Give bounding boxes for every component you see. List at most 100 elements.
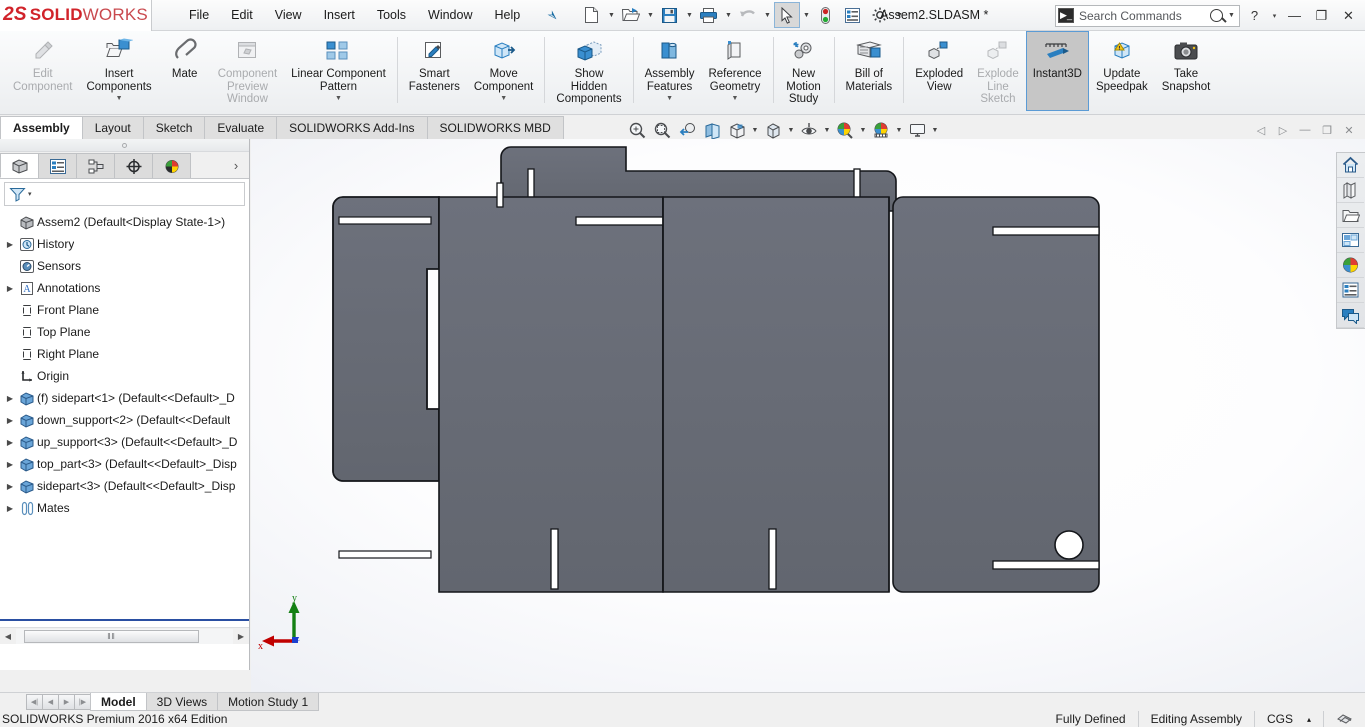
tab-assembly[interactable]: Assembly [0,116,83,139]
options-list-icon[interactable] [840,2,866,28]
panel-grip-handle[interactable] [0,139,249,152]
menu-item-view[interactable]: View [264,4,313,26]
hide-show-items-icon[interactable] [797,120,821,141]
section-view-icon[interactable] [700,120,724,141]
undo-icon[interactable] [735,2,761,28]
status-units[interactable]: CGS ▴ [1253,711,1323,727]
help-caret-icon[interactable]: ▾ [1269,3,1280,29]
scrollbar-track[interactable]: ‖‖ [16,628,233,644]
tree-expand-arrow[interactable]: ▶ [3,416,17,425]
search-input[interactable]: ▶_ Search Commands ▼ [1055,4,1240,27]
nav-prev-icon[interactable]: ◀ [42,694,59,710]
menu-item-edit[interactable]: Edit [220,4,264,26]
feature-tree-horizontal-scrollbar[interactable]: ◀ ‖‖ ▶ [0,627,249,644]
status-overlay-icon[interactable] [1323,711,1365,727]
new-motion-study-button[interactable]: New Motion Study [778,31,830,111]
scrollbar-thumb[interactable]: ‖‖ [24,629,199,643]
tree-item-mates[interactable]: ▶ Mates [3,497,249,519]
tab-evaluate[interactable]: Evaluate [204,116,278,139]
tree-item-sidepart-3[interactable]: ▶ sidepart<3> (Default<<Default>_Disp [3,475,249,497]
tree-item-front-plane[interactable]: Front Plane [3,299,249,321]
tab-solidworks-add-ins[interactable]: SOLIDWORKS Add-Ins [276,116,428,139]
scroll-left-arrow-icon[interactable]: ◀ [0,632,16,641]
linear-component-pattern-caret-icon[interactable]: ▼ [335,95,342,102]
assembly-features-button[interactable]: Assembly Features ▼ [638,31,702,111]
new-document-caret-icon[interactable]: ▼ [606,2,617,28]
open-document-icon[interactable] [618,2,644,28]
property-manager-tab[interactable] [38,153,77,178]
tab-layout[interactable]: Layout [81,116,144,139]
minimize-button[interactable]: — [1282,2,1307,30]
move-component-caret-icon[interactable]: ▼ [500,95,507,102]
instant3d-button[interactable]: Instant3D [1025,31,1089,111]
insert-components-button[interactable]: Insert Components ▼ [79,31,158,111]
smart-fasteners-button[interactable]: Smart Fasteners [402,31,467,111]
solidworks-resources-home-icon[interactable] [1337,153,1364,178]
assembly-features-caret-icon[interactable]: ▼ [666,95,673,102]
tree-item-up-support-3[interactable]: ▶ up_support<3> (Default<<Default>_D [3,431,249,453]
edit-appearance-caret-icon[interactable]: ▼ [858,120,868,141]
move-component-button[interactable]: Move Component ▼ [467,31,540,111]
custom-properties-icon[interactable] [1337,278,1364,303]
menu-item-file[interactable]: File [178,4,220,26]
edit-appearance-icon[interactable] [833,120,857,141]
update-speedpak-button[interactable]: Update Speedpak [1089,31,1155,111]
menu-item-insert[interactable]: Insert [313,4,366,26]
exploded-view-button[interactable]: Exploded View [908,31,970,111]
bottom-tab-3d-views[interactable]: 3D Views [145,693,219,711]
filter-caret-icon[interactable]: ▾ [28,190,32,198]
tree-item-top-plane[interactable]: Top Plane [3,321,249,343]
component-preview-window-button[interactable]: Component Preview Window [211,31,284,111]
graphics-viewport[interactable]: y x z [251,139,1365,692]
tree-item-annotations[interactable]: ▶ A Annotations [3,277,249,299]
edit-component-button[interactable]: Edit Component [6,31,79,111]
display-style-caret-icon[interactable]: ▼ [786,120,796,141]
view-settings-caret-icon[interactable]: ▼ [930,120,940,141]
scroll-right-arrow-icon[interactable]: ▶ [233,632,249,641]
bottom-tab-model[interactable]: Model [90,693,147,711]
restore-button[interactable]: ❐ [1309,2,1334,30]
print-icon[interactable] [696,2,722,28]
tree-item-origin[interactable]: Origin [3,365,249,387]
view-orientation-icon[interactable] [725,120,749,141]
zoom-to-area-icon[interactable] [650,120,674,141]
display-manager-tab[interactable] [152,153,191,178]
tree-item-sensors[interactable]: Sensors [3,255,249,277]
file-explorer-icon[interactable] [1337,203,1364,228]
nav-next-icon[interactable]: ▶ [58,694,75,710]
zoom-to-fit-icon[interactable] [625,120,649,141]
pin-icon[interactable]: ➣ [543,5,564,25]
view-settings-icon[interactable] [905,120,929,141]
view-orientation-caret-icon[interactable]: ▼ [750,120,760,141]
tree-expand-arrow[interactable]: ▶ [3,394,17,403]
apply-scene-caret-icon[interactable]: ▼ [894,120,904,141]
hide-show-items-caret-icon[interactable]: ▼ [822,120,832,141]
tree-expand-arrow[interactable]: ▶ [3,504,17,513]
menu-item-help[interactable]: Help [484,4,532,26]
search-icon[interactable] [1210,9,1223,22]
view-palette-icon[interactable] [1337,228,1364,253]
panel-tabs-more-button[interactable]: › [223,153,249,178]
doc-minimize-icon[interactable]: — [1295,120,1315,140]
save-icon[interactable] [657,2,683,28]
mate-button[interactable]: Mate [159,31,211,111]
close-button[interactable]: ✕ [1336,2,1361,30]
appearances-scenes-icon[interactable] [1337,253,1364,278]
bottom-tab-motion-study[interactable]: Motion Study 1 [217,693,320,711]
tree-item-right-plane[interactable]: Right Plane [3,343,249,365]
tab-sketch[interactable]: Sketch [142,116,206,139]
open-document-caret-icon[interactable]: ▼ [645,2,656,28]
dimxpert-manager-tab[interactable] [114,153,153,178]
collapse-left-icon[interactable]: ◁ [1251,120,1271,140]
tree-expand-arrow[interactable]: ▶ [3,240,17,249]
tree-item-down-support-2[interactable]: ▶ down_support<2> (Default<<Default [3,409,249,431]
select-caret-icon[interactable]: ▼ [801,2,812,28]
menu-item-tools[interactable]: Tools [366,4,417,26]
bill-of-materials-button[interactable]: Bill of Materials [839,31,900,111]
reference-geometry-button[interactable]: Reference Geometry ▼ [701,31,768,111]
doc-restore-icon[interactable]: ❐ [1317,120,1337,140]
new-document-icon[interactable] [579,2,605,28]
explode-line-sketch-button[interactable]: Explode Line Sketch [970,31,1026,111]
tree-item-top-part-3[interactable]: ▶ top_part<3> (Default<<Default>_Disp [3,453,249,475]
assembly-model-3d-view[interactable] [251,139,1365,692]
